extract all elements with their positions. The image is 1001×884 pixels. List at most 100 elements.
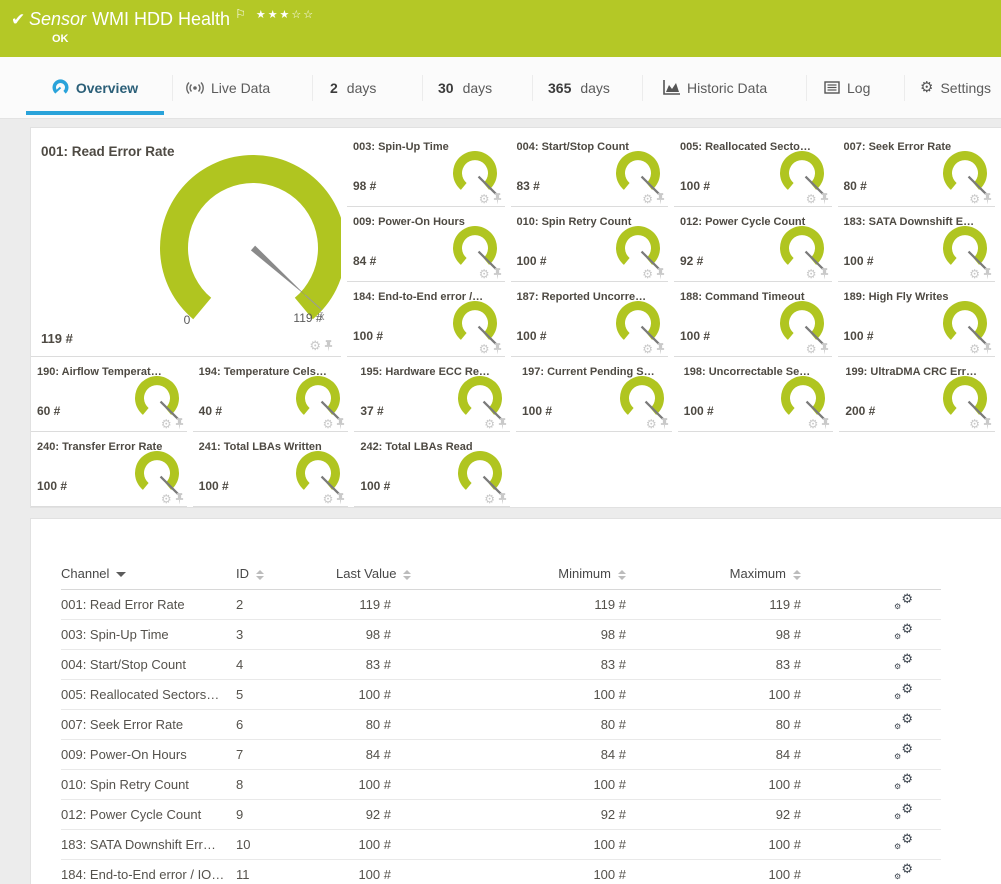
- pin-icon[interactable]: [983, 418, 992, 430]
- gear-icon[interactable]: ⚙: [806, 343, 817, 355]
- priority-flag-icon[interactable]: ⚐: [235, 7, 246, 21]
- pin-icon[interactable]: [656, 193, 665, 205]
- gear-icon[interactable]: ⚙: [161, 493, 172, 505]
- pin-icon[interactable]: [493, 268, 502, 280]
- tab-log[interactable]: Log: [824, 57, 870, 118]
- pin-icon[interactable]: [820, 193, 829, 205]
- gauge-tile-value: 37 #: [360, 404, 383, 418]
- channel-settings-icon[interactable]: ⚙⚙: [894, 654, 913, 671]
- channel-settings-icon[interactable]: ⚙⚙: [894, 774, 913, 791]
- channel-cell[interactable]: 003: Spin-Up Time: [61, 619, 236, 649]
- pin-icon[interactable]: [983, 343, 992, 355]
- gear-icon[interactable]: ⚙: [323, 493, 334, 505]
- id-cell: 11: [236, 859, 336, 884]
- channel-settings-cell: ⚙⚙: [806, 679, 941, 709]
- tab-settings[interactable]: ⚙Settings: [920, 57, 991, 118]
- gauge-icon: [52, 79, 69, 96]
- tab-overview[interactable]: Overview: [26, 57, 164, 118]
- tab-365-days[interactable]: 365days: [548, 57, 610, 118]
- column-header-last-value[interactable]: Last Value: [336, 559, 406, 589]
- pin-icon[interactable]: [175, 418, 184, 430]
- column-header-channel[interactable]: Channel: [61, 559, 236, 589]
- gauge-tile-190: 190: Airflow Temperat…60 #⚙: [31, 363, 187, 432]
- channel-cell[interactable]: 009: Power-On Hours: [61, 739, 236, 769]
- channel-settings-icon[interactable]: ⚙⚙: [894, 594, 913, 611]
- gear-icon[interactable]: ⚙: [479, 193, 490, 205]
- gear-icon[interactable]: ⚙: [969, 268, 980, 280]
- column-header-minimum[interactable]: Minimum: [406, 559, 631, 589]
- pin-icon[interactable]: [656, 343, 665, 355]
- gear-icon[interactable]: ⚙: [642, 343, 653, 355]
- table-row: 001: Read Error Rate2119 #119 #119 #⚙⚙: [61, 589, 941, 619]
- pin-icon[interactable]: [821, 418, 830, 430]
- pin-icon[interactable]: [175, 493, 184, 505]
- gear-icon[interactable]: ⚙: [484, 418, 495, 430]
- gear-icon[interactable]: ⚙: [646, 418, 657, 430]
- tab-historic-data[interactable]: Historic Data: [663, 57, 767, 118]
- channel-cell[interactable]: 010: Spin Retry Count: [61, 769, 236, 799]
- channel-cell[interactable]: 004: Start/Stop Count: [61, 649, 236, 679]
- priority-stars[interactable]: ★★★☆☆: [256, 9, 315, 21]
- id-cell: 4: [236, 649, 336, 679]
- gear-icon[interactable]: ⚙: [806, 268, 817, 280]
- pin-icon[interactable]: [498, 418, 507, 430]
- tab-2-days[interactable]: 2days: [330, 57, 376, 118]
- column-label: Last Value: [336, 566, 396, 581]
- maximum-cell: 92 #: [631, 799, 806, 829]
- tab-30-days[interactable]: 30days: [438, 57, 492, 118]
- pin-icon[interactable]: [983, 193, 992, 205]
- channel-settings-icon[interactable]: ⚙⚙: [894, 624, 913, 641]
- gear-icon[interactable]: ⚙: [969, 418, 980, 430]
- gear-icon[interactable]: ⚙: [806, 193, 817, 205]
- gauge-tile-199: 199: UltraDMA CRC Err…200 #⚙: [839, 363, 995, 432]
- channel-cell[interactable]: 007: Seek Error Rate: [61, 709, 236, 739]
- minimum-cell: 100 #: [406, 679, 631, 709]
- channel-cell[interactable]: 012: Power Cycle Count: [61, 799, 236, 829]
- channel-settings-icon[interactable]: ⚙⚙: [894, 804, 913, 821]
- gear-icon[interactable]: ⚙: [808, 418, 819, 430]
- pin-icon[interactable]: [498, 493, 507, 505]
- channel-cell[interactable]: 001: Read Error Rate: [61, 589, 236, 619]
- gear-icon[interactable]: ⚙: [969, 343, 980, 355]
- gauge-tile-actions: ⚙: [808, 418, 831, 430]
- channel-cell[interactable]: 184: End-to-End error / IO…: [61, 859, 236, 884]
- column-header-maximum[interactable]: Maximum: [631, 559, 806, 589]
- channel-cell[interactable]: 183: SATA Downshift Err…: [61, 829, 236, 859]
- gauge-tile-title: 240: Transfer Error Rate: [37, 441, 183, 453]
- gear-icon[interactable]: ⚙: [642, 268, 653, 280]
- tab-live-data[interactable]: Live Data: [186, 57, 270, 118]
- gear-icon[interactable]: ⚙: [969, 193, 980, 205]
- gauge-tile-value: 100 #: [680, 329, 710, 343]
- pin-icon[interactable]: [820, 343, 829, 355]
- channel-settings-icon[interactable]: ⚙⚙: [894, 744, 913, 761]
- pin-icon[interactable]: [660, 418, 669, 430]
- pin-icon[interactable]: [656, 268, 665, 280]
- id-cell: 6: [236, 709, 336, 739]
- pin-icon[interactable]: [983, 268, 992, 280]
- pin-icon[interactable]: [336, 418, 345, 430]
- channel-cell[interactable]: 005: Reallocated Sectors…: [61, 679, 236, 709]
- gear-icon[interactable]: ⚙: [309, 339, 321, 352]
- column-label: Channel: [61, 566, 109, 581]
- gauge-tile-189: 189: High Fly Writes100 #⚙: [838, 288, 996, 357]
- gear-icon[interactable]: ⚙: [484, 493, 495, 505]
- channel-settings-icon[interactable]: ⚙⚙: [894, 684, 913, 701]
- column-header-id[interactable]: ID: [236, 559, 336, 589]
- gear-icon[interactable]: ⚙: [479, 268, 490, 280]
- gear-icon[interactable]: ⚙: [642, 193, 653, 205]
- gear-icon[interactable]: ⚙: [323, 418, 334, 430]
- channel-settings-icon[interactable]: ⚙⚙: [894, 864, 913, 881]
- pin-icon[interactable]: [336, 493, 345, 505]
- pin-icon[interactable]: [493, 193, 502, 205]
- pin-icon[interactable]: [324, 340, 333, 352]
- gear-icon[interactable]: ⚙: [161, 418, 172, 430]
- gauge-tile-value: 92 #: [680, 254, 703, 268]
- gear-icon[interactable]: ⚙: [479, 343, 490, 355]
- sort-icon: [793, 570, 801, 580]
- gauge-tile-003: 003: Spin-Up Time98 #⚙: [347, 138, 505, 207]
- channel-settings-icon[interactable]: ⚙⚙: [894, 834, 913, 851]
- channel-settings-icon[interactable]: ⚙⚙: [894, 714, 913, 731]
- pin-icon[interactable]: [820, 268, 829, 280]
- pin-icon[interactable]: [493, 343, 502, 355]
- last-value-cell: 100 #: [336, 769, 406, 799]
